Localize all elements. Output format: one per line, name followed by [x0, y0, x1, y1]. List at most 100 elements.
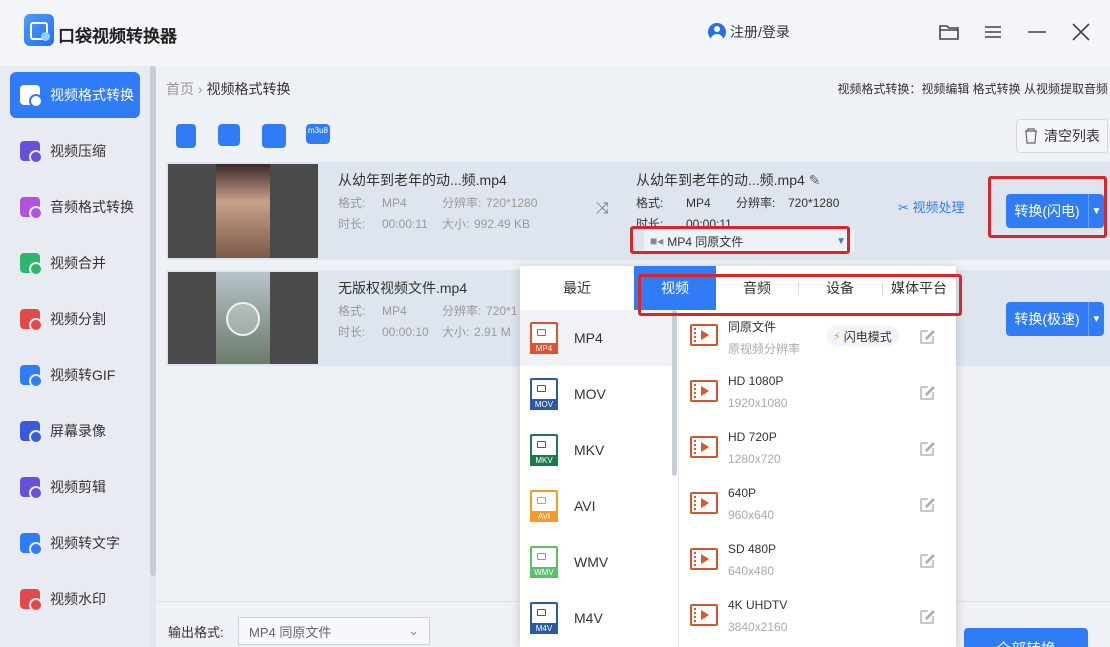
size-label: 大小: [442, 325, 470, 339]
sidebar-item-split[interactable]: 视频分割 [10, 296, 140, 342]
preset-name: SD 480P [728, 542, 777, 556]
format-label: 格式: [636, 196, 664, 210]
breadcrumb-separator: › [197, 81, 203, 97]
source-meta-line-1: 格式: MP4 分辨率: 720*1 [338, 302, 517, 319]
sidebar-item-screen-record[interactable]: 屏幕录像 [10, 408, 140, 454]
close-icon[interactable] [1069, 20, 1093, 44]
minimize-icon[interactable] [1025, 20, 1049, 44]
highlight-format-select [630, 226, 850, 254]
sidebar-item-label: 视频转文字 [50, 535, 120, 551]
duration-label: 时长: [338, 217, 366, 231]
rename-pencil-icon[interactable]: ✎ [809, 172, 821, 188]
sidebar-item-watermark[interactable]: 视频水印 [10, 576, 140, 622]
clear-list-label: 清空列表 [1044, 128, 1100, 144]
format-item-label: MKV [574, 442, 605, 458]
video-process-label: 视频处理 [912, 200, 965, 215]
app-logo-icon [24, 14, 54, 46]
resolution-label: 分辨率: [442, 304, 482, 318]
sidebar-item-label: 视频分割 [50, 311, 106, 327]
format-item-mkv[interactable]: MKV MKV [520, 422, 675, 478]
global-output-format-select[interactable]: MP4 同原文件 ⌄ [238, 617, 430, 645]
sidebar-item-edit[interactable]: 视频剪辑 [10, 464, 140, 510]
video-process-link[interactable]: ✂ 视频处理 [898, 197, 965, 216]
film-icon [690, 548, 718, 570]
video-to-text-icon [20, 533, 43, 556]
preset-name: HD 720P [728, 430, 777, 444]
scissors-icon: ✂ [898, 200, 909, 215]
video-thumbnail[interactable] [168, 164, 318, 258]
menu-icon[interactable] [981, 20, 1005, 44]
thumbnail-image [216, 272, 270, 364]
preset-item[interactable]: HD 1080P 1920x1080 [680, 366, 956, 422]
popup-divider [678, 310, 679, 647]
sidebar-item-video-convert[interactable]: 视频格式转换 [10, 72, 140, 118]
format-item-mov[interactable]: MOV MOV [520, 366, 675, 422]
output-resolution-value: 720*1280 [788, 196, 840, 210]
duration-value: 00:00:10 [382, 325, 429, 339]
edit-icon[interactable] [918, 440, 936, 458]
tab-recent[interactable]: 最近 [520, 266, 634, 310]
source-file-name: 无版权视频文件.mp4 [338, 280, 468, 296]
add-folder-icon[interactable] [218, 124, 240, 146]
format-item-label: M4V [574, 610, 603, 626]
sidebar-item-compress[interactable]: 视频压缩 [10, 128, 140, 174]
flash-mode-label: 闪电模式 [843, 329, 892, 344]
preset-item[interactable]: 640P 960x640 [680, 478, 956, 534]
convert-fast-button[interactable]: 转换(极速) [1006, 302, 1088, 336]
format-item-m4v[interactable]: M4V M4V [520, 590, 675, 646]
sidebar-item-label: 视频剪辑 [50, 479, 106, 495]
format-item-wmv[interactable]: WMV WMV [520, 534, 675, 590]
resolution-label: 分辨率: [442, 196, 482, 210]
sidebar-item-gif[interactable]: 视频转GIF [10, 352, 140, 398]
preset-resolution: 3840x2160 [728, 620, 788, 634]
convert-dropdown-button[interactable]: ▼ [1088, 302, 1104, 336]
clear-list-button[interactable]: 清空列表 [1016, 119, 1108, 153]
breadcrumb-home[interactable]: 首页 [166, 81, 194, 97]
resolution-label: 分辨率: [736, 196, 776, 210]
edit-icon[interactable] [918, 496, 936, 514]
login-button[interactable]: 注册/登录 [708, 22, 790, 42]
edit-icon[interactable] [918, 328, 936, 346]
highlight-popup-tabs [638, 274, 962, 316]
preset-name: 640P [728, 486, 757, 500]
sidebar-item-video-to-text[interactable]: 视频转文字 [10, 520, 140, 566]
sidebar-item-label: 屏幕录像 [50, 423, 106, 439]
highlight-convert-button [988, 176, 1107, 238]
source-meta-line-1: 格式: MP4 分辨率: 720*1280 [338, 194, 537, 211]
preset-resolution: 960x640 [728, 508, 775, 522]
video-thumbnail[interactable] [168, 272, 318, 364]
dvd-icon[interactable] [262, 124, 286, 148]
format-item-label: AVI [574, 498, 596, 514]
flash-mode-badge: ⚡ 闪电模式 [826, 326, 899, 346]
compress-icon [20, 141, 43, 164]
preset-item[interactable]: HD 720P 1280x720 [680, 422, 956, 478]
title-bar: 口袋视频转换器 注册/登录 [0, 0, 1110, 66]
size-value: 2.91 M [474, 325, 511, 339]
sidebar-item-merge[interactable]: 视频合并 [10, 240, 140, 286]
sidebar-item-label: 视频水印 [50, 591, 106, 607]
edit-icon[interactable] [918, 384, 936, 402]
preset-item[interactable]: 同原文件 原视频分辨率 ⚡ 闪电模式 [680, 310, 956, 366]
edit-icon[interactable] [918, 552, 936, 570]
preset-item[interactable]: 4K UHDTV 3840x2160 [680, 590, 956, 646]
convert-all-button[interactable]: 全部转换 [964, 628, 1088, 647]
play-icon[interactable] [226, 302, 260, 336]
edit-icon[interactable] [918, 608, 936, 626]
preset-item[interactable]: SD 480P 640x480 [680, 534, 956, 590]
format-list-scrollbar[interactable] [672, 310, 677, 476]
breadcrumb: 首页 › 视频格式转换 [166, 79, 290, 99]
m3u8-icon[interactable]: m3u8 [306, 124, 330, 144]
sidebar-item-audio-convert[interactable]: 音频格式转换 [10, 184, 140, 230]
video-edit-icon [20, 477, 43, 500]
source-meta-line-2: 时长: 00:00:11 大小: 992.49 KB [338, 215, 530, 232]
format-item-avi[interactable]: AVI AVI [520, 478, 675, 534]
add-video-icon[interactable] [176, 124, 196, 148]
format-item-label: MP4 [574, 330, 603, 346]
format-item-mp4[interactable]: MP4 MP4 [520, 310, 675, 366]
watermark-icon [20, 589, 43, 612]
feature-description: 视频格式转换：视频编辑 格式转换 从视频提取音频 [837, 82, 1108, 96]
folder-icon[interactable] [937, 20, 961, 44]
mp4-file-icon: MP4 [530, 322, 558, 354]
format-item-label: MOV [574, 386, 606, 402]
trash-icon [1025, 128, 1037, 144]
